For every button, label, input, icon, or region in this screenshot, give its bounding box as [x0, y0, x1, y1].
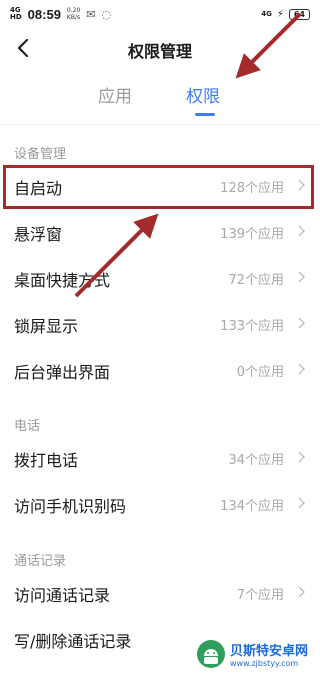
list-item[interactable]: 锁屏显示 133个应用	[0, 301, 320, 347]
watermark-name: 贝斯特安卓网	[230, 643, 309, 659]
list-item[interactable]: 访问通话记录 7个应用	[0, 570, 320, 616]
page-title: 权限管理	[127, 42, 192, 61]
active-tab-indicator	[195, 113, 215, 116]
tab-bar: 应用 权限	[0, 82, 320, 118]
row-count: 134个应用	[220, 499, 284, 514]
tab-divider	[0, 124, 320, 125]
nav-bar: 权限管理	[0, 28, 320, 68]
chevron-right-icon	[298, 497, 305, 509]
silent-icon: ◌	[101, 7, 112, 21]
row-count: 34个应用	[228, 453, 284, 468]
row-label: 后台弹出界面	[14, 363, 111, 382]
tab-apps[interactable]: 应用	[98, 82, 132, 107]
row-label: 桌面快捷方式	[14, 271, 111, 290]
status-bar: 4G HD 08:59 0.20 KB/s ✉ ◌ 4G ⚡ 64	[0, 0, 320, 28]
row-label: 访问手机识别码	[14, 497, 127, 516]
watermark-url: www.zjbstyy.com	[230, 658, 299, 668]
list-item[interactable]: 桌面快捷方式 72个应用	[0, 255, 320, 301]
net-speed: 0.20 KB/s	[67, 7, 80, 21]
list-item[interactable]: 后台弹出界面 0个应用	[0, 347, 320, 393]
android-logo-icon	[197, 639, 225, 668]
notification-icon: ✉	[86, 7, 96, 21]
row-label: 访问通话记录	[14, 586, 111, 605]
net-speed-unit: KB/s	[66, 14, 81, 21]
row-label: 悬浮窗	[14, 225, 63, 244]
network-type-label: 4G	[261, 10, 272, 18]
chevron-right-icon	[298, 271, 305, 283]
annotation-highlight-box	[3, 165, 314, 209]
charging-icon: ⚡	[276, 8, 284, 20]
signal-icon: 4G HD	[10, 7, 22, 21]
chevron-right-icon	[298, 586, 305, 598]
row-label: 锁屏显示	[14, 317, 79, 336]
row-count: 139个应用	[220, 227, 284, 242]
chevron-right-icon	[298, 225, 305, 237]
row-label: 拨打电话	[14, 451, 79, 470]
row-count: 7个应用	[236, 588, 284, 603]
row-count: 0个应用	[236, 365, 284, 380]
row-label: 写/删除通话记录	[14, 632, 132, 651]
row-count: 72个应用	[228, 273, 284, 288]
chevron-right-icon	[298, 317, 305, 329]
chevron-right-icon	[298, 451, 305, 463]
chevron-right-icon	[298, 363, 305, 375]
section-header-device: 设备管理	[14, 147, 67, 162]
status-time: 08:59	[27, 6, 61, 22]
row-count: 133个应用	[220, 319, 284, 334]
list-item[interactable]: 拨打电话 34个应用	[0, 435, 320, 481]
section-header-call-log: 通话记录	[14, 554, 67, 569]
signal-bottom-label: HD	[10, 13, 22, 21]
watermark: 贝斯特安卓网 www.zjbstyy.com	[192, 632, 320, 675]
list-item[interactable]: 访问手机识别码 134个应用	[0, 481, 320, 527]
net-speed-value: 0.20	[66, 7, 81, 14]
section-header-phone: 电话	[14, 419, 41, 434]
battery-indicator: 64	[288, 8, 310, 20]
tab-permissions[interactable]: 权限	[186, 82, 220, 107]
list-item[interactable]: 悬浮窗 139个应用	[0, 209, 320, 255]
